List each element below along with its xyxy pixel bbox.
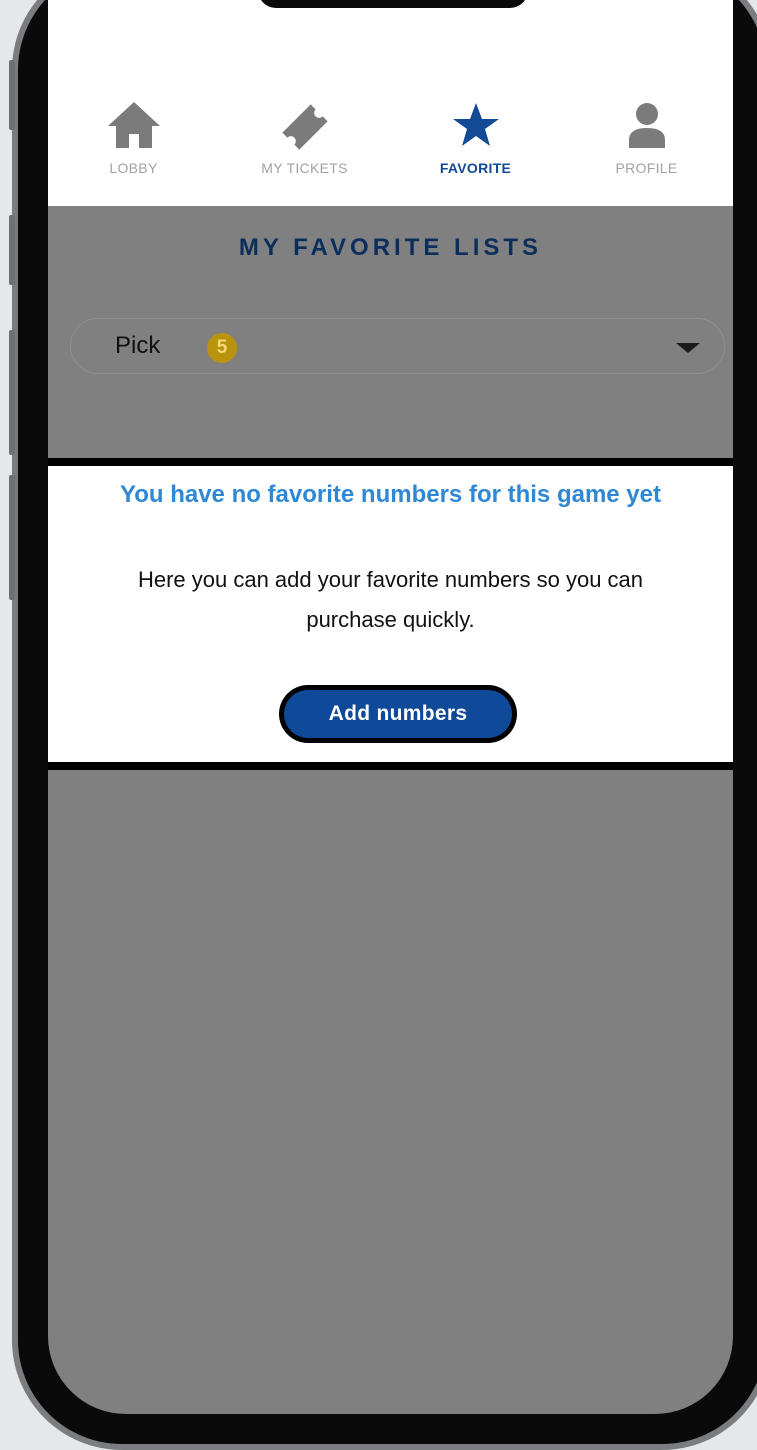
user-icon — [628, 103, 665, 148]
phone-notch — [258, 0, 528, 8]
tab-label: FAVORITE — [439, 160, 512, 176]
empty-state-panel: You have no favorite numbers for this ga… — [48, 458, 733, 770]
app-screen: LOBBY MY TICKETS FAVORITE PROFILE MY FAV… — [48, 0, 733, 1414]
page-title: MY FAVORITE LISTS — [238, 234, 543, 261]
home-icon — [107, 102, 160, 148]
phone-volume-up-button — [9, 215, 15, 285]
tab-label: LOBBY — [109, 160, 158, 176]
tab-label: PROFILE — [615, 160, 678, 176]
game-select-value: Pick — [115, 332, 161, 359]
add-numbers-button-label: Add numbers — [284, 690, 512, 738]
phone-power-button — [9, 475, 15, 600]
empty-state-description: Here you can add your favorite numbers s… — [137, 567, 644, 632]
tab-label: MY TICKETS — [261, 160, 348, 176]
phone-side-button — [9, 60, 15, 130]
empty-state-title: You have no favorite numbers for this ga… — [119, 481, 661, 508]
tab-profile[interactable]: PROFILE — [561, 100, 732, 180]
game-select[interactable]: Pick 5 — [70, 318, 725, 374]
chevron-down-icon — [676, 343, 700, 353]
tab-my-tickets[interactable]: MY TICKETS — [219, 100, 390, 180]
game-badge: 5 — [207, 333, 237, 363]
ticket-icon — [281, 104, 328, 150]
phone-volume-down-button — [9, 330, 15, 455]
star-icon — [452, 103, 499, 146]
tab-favorite[interactable]: FAVORITE — [390, 100, 561, 180]
tab-lobby[interactable]: LOBBY — [48, 100, 219, 180]
bottom-tab-bar: LOBBY MY TICKETS FAVORITE PROFILE — [48, 100, 733, 180]
add-numbers-button[interactable]: Add numbers — [279, 685, 517, 743]
